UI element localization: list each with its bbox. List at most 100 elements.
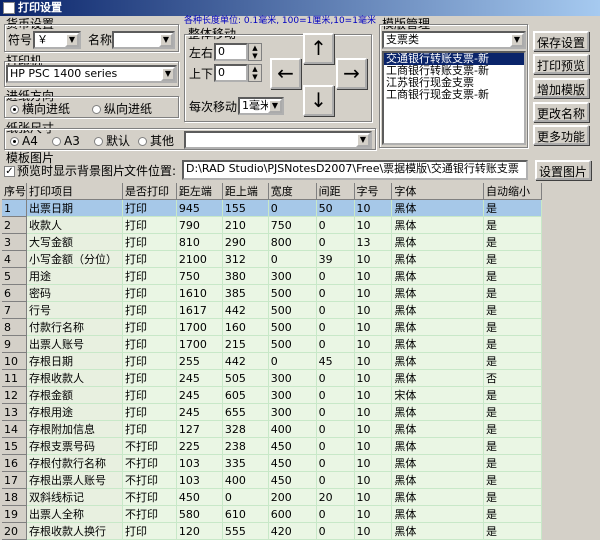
table-cell[interactable]: 是 [483,386,543,404]
table-row[interactable]: 13 存根用途 打印 245 655 300 0 10 黑体是 [2,403,543,421]
table-cell[interactable]: 160 [222,318,269,336]
paper-option-other[interactable]: 其他 [138,134,174,148]
table-cell[interactable]: 黑体 [391,216,484,234]
table-cell[interactable]: 10 [354,420,393,438]
table-cell[interactable]: 是 [483,522,543,540]
template-category-select[interactable]: 支票类 ▼ [382,31,526,49]
currency-name-select[interactable]: ▼ [112,31,175,49]
table-cell[interactable]: 0 [268,250,317,268]
table-cell[interactable]: 黑体 [391,199,484,217]
table-cell[interactable]: 黑体 [391,369,484,387]
table-cell[interactable]: 0 [316,267,355,285]
table-row[interactable]: 14 存根附加信息 打印 127 328 400 0 10 黑体是 [2,420,543,438]
table-cell[interactable]: 0 [316,216,355,234]
table-cell[interactable]: 450 [268,454,317,472]
table-cell[interactable]: 500 [268,318,317,336]
grid-scrollbar[interactable] [582,183,598,519]
table-cell[interactable]: 810 [176,233,223,251]
table-cell[interactable]: 10 [354,352,393,370]
table-cell[interactable]: 不打印 [122,454,177,472]
table-cell[interactable]: 是 [483,250,543,268]
move-up-button[interactable]: ↑ [303,33,334,64]
table-cell[interactable]: 密码 [26,284,123,302]
table-cell[interactable]: 打印 [122,233,177,251]
table-cell[interactable]: 10 [354,369,393,387]
table-cell[interactable]: 328 [222,420,269,438]
table-cell[interactable]: 是 [483,233,543,251]
column-header[interactable]: 距左端 [176,183,223,200]
table-cell[interactable]: 黑体 [391,420,484,438]
table-cell[interactable]: 500 [268,301,317,319]
table-cell[interactable]: 450 [268,437,317,455]
table-row[interactable]: 3 大写金额 打印 810 290 800 0 13 黑体是 [2,233,543,251]
column-header[interactable]: 距上端 [222,183,269,200]
table-cell[interactable]: 存根金额 [26,386,123,404]
table-cell[interactable]: 500 [268,335,317,353]
table-cell[interactable]: 黑体 [391,471,484,489]
table-row[interactable]: 8 付款行名称 打印 1700 160 500 0 10 黑体是 [2,318,543,336]
table-cell[interactable]: 13 [354,233,393,251]
table-cell[interactable]: 0 [316,522,355,540]
table-cell[interactable]: 黑体 [391,301,484,319]
table-cell[interactable]: 10 [354,199,393,217]
table-cell[interactable]: 10 [354,386,393,404]
table-cell[interactable]: 不打印 [122,505,177,523]
table-cell[interactable]: 0 [316,403,355,421]
table-cell[interactable]: 是 [483,216,543,234]
table-cell[interactable]: 442 [222,352,269,370]
table-cell[interactable]: 655 [222,403,269,421]
table-cell[interactable]: 1610 [176,284,223,302]
table-cell[interactable]: 2100 [176,250,223,268]
add-template-button[interactable]: 增加模版 [533,78,589,98]
table-cell[interactable]: 10 [354,335,393,353]
table-cell[interactable]: 存根用途 [26,403,123,421]
table-cell[interactable]: 存根出票人账号 [26,471,123,489]
table-cell[interactable]: 10 [354,216,393,234]
table-cell[interactable]: 黑体 [391,318,484,336]
table-cell[interactable]: 是 [483,267,543,285]
table-cell[interactable]: 600 [268,505,317,523]
table-cell[interactable]: 750 [176,267,223,285]
table-cell[interactable]: 10 [354,284,393,302]
table-cell[interactable]: 0 [316,284,355,302]
table-cell[interactable]: 存根附加信息 [26,420,123,438]
table-cell[interactable]: 打印 [122,386,177,404]
table-cell[interactable]: 300 [268,386,317,404]
table-cell[interactable]: 打印 [122,216,177,234]
table-cell[interactable]: 420 [268,522,317,540]
table-cell[interactable]: 出票日期 [26,199,123,217]
table-cell[interactable]: 用途 [26,267,123,285]
table-cell[interactable]: 宋体 [391,386,484,404]
table-cell[interactable]: 20 [316,488,355,506]
table-cell[interactable]: 黑体 [391,488,484,506]
table-cell[interactable]: 300 [268,267,317,285]
preview-bg-checkbox[interactable]: ✓ 预览时显示背景图片 [4,164,125,178]
table-row[interactable]: 18 双斜线标记 不打印 450 0 200 20 10 黑体是 [2,488,543,506]
table-cell[interactable]: 103 [176,454,223,472]
table-cell[interactable]: 0 [316,505,355,523]
save-settings-button[interactable]: 保存设置 [533,31,589,51]
table-cell[interactable]: 是 [483,505,543,523]
table-cell[interactable]: 10 [354,471,393,489]
table-cell[interactable]: 335 [222,454,269,472]
table-cell[interactable]: 存根支票号码 [26,437,123,455]
table-cell[interactable]: 800 [268,233,317,251]
table-row[interactable]: 7 行号 打印 1617 442 500 0 10 黑体是 [2,301,543,319]
table-cell[interactable]: 打印 [122,369,177,387]
table-cell[interactable]: 555 [222,522,269,540]
table-cell[interactable]: 790 [176,216,223,234]
table-cell[interactable]: 10 [354,267,393,285]
table-row[interactable]: 6 密码 打印 1610 385 500 0 10 黑体是 [2,284,543,302]
table-cell[interactable]: 行号 [26,301,123,319]
table-cell[interactable]: 238 [222,437,269,455]
table-cell[interactable]: 385 [222,284,269,302]
table-cell[interactable]: 605 [222,386,269,404]
table-cell[interactable]: 450 [268,471,317,489]
table-cell[interactable]: 打印 [122,522,177,540]
table-cell[interactable]: 双斜线标记 [26,488,123,506]
table-cell[interactable]: 黑体 [391,335,484,353]
table-cell[interactable]: 不打印 [122,437,177,455]
table-cell[interactable]: 存根日期 [26,352,123,370]
column-header[interactable]: 字体 [391,183,484,200]
table-cell[interactable]: 10 [354,437,393,455]
